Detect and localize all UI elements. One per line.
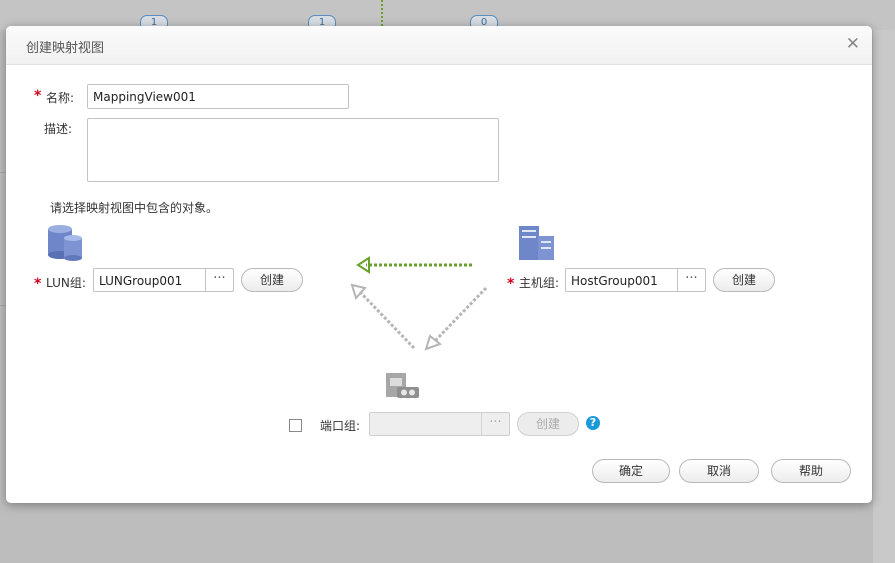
close-icon[interactable]: ✕ (846, 34, 860, 54)
port-group-select[interactable]: ··· (369, 412, 510, 436)
port-group-create-button[interactable]: 创建 (517, 412, 579, 436)
lun-group-label: LUN组: (46, 276, 86, 290)
lun-group-select[interactable]: LUNGroup001 ··· (93, 268, 234, 292)
lun-group-value: LUNGroup001 (99, 274, 183, 288)
host-group-create-button[interactable]: 创建 (713, 268, 775, 292)
relationship-arrows (350, 256, 488, 351)
instruction-text: 请选择映射视图中包含的对象。 (50, 201, 219, 215)
dialog-header: 创建映射视图 ✕ (6, 26, 872, 65)
help-icon[interactable]: ? (586, 416, 600, 430)
host-group-value: HostGroup001 (571, 274, 658, 288)
port-group-checkbox[interactable] (289, 419, 302, 432)
description-textarea[interactable] (87, 118, 499, 182)
required-marker: * (34, 88, 42, 104)
dialog-title: 创建映射视图 (26, 41, 105, 56)
background-panel (873, 30, 895, 563)
server-icon (519, 226, 554, 260)
description-label: 描述: (44, 122, 73, 136)
lun-group-browse-button[interactable]: ··· (205, 269, 233, 291)
background-connector (381, 0, 383, 26)
name-label: 名称: (46, 91, 75, 105)
database-icon (48, 225, 82, 261)
port-group-browse-button[interactable]: ··· (481, 413, 509, 435)
port-group-icon (386, 373, 419, 398)
required-marker: * (34, 276, 42, 292)
host-group-browse-button[interactable]: ··· (677, 269, 705, 291)
create-mapping-view-dialog: 创建映射视图 ✕ * 名称: 描述: 请选择映射视图中包含的对象。 * LUN组… (6, 26, 872, 503)
lun-group-create-button[interactable]: 创建 (241, 268, 303, 292)
host-group-select[interactable]: HostGroup001 ··· (565, 268, 706, 292)
ok-button[interactable]: 确定 (592, 459, 670, 483)
required-marker: * (507, 276, 515, 292)
cancel-button[interactable]: 取消 (679, 459, 759, 483)
help-button[interactable]: 帮助 (771, 459, 851, 483)
port-group-label: 端口组: (320, 419, 361, 433)
host-group-label: 主机组: (519, 276, 560, 290)
name-input[interactable] (87, 84, 349, 109)
